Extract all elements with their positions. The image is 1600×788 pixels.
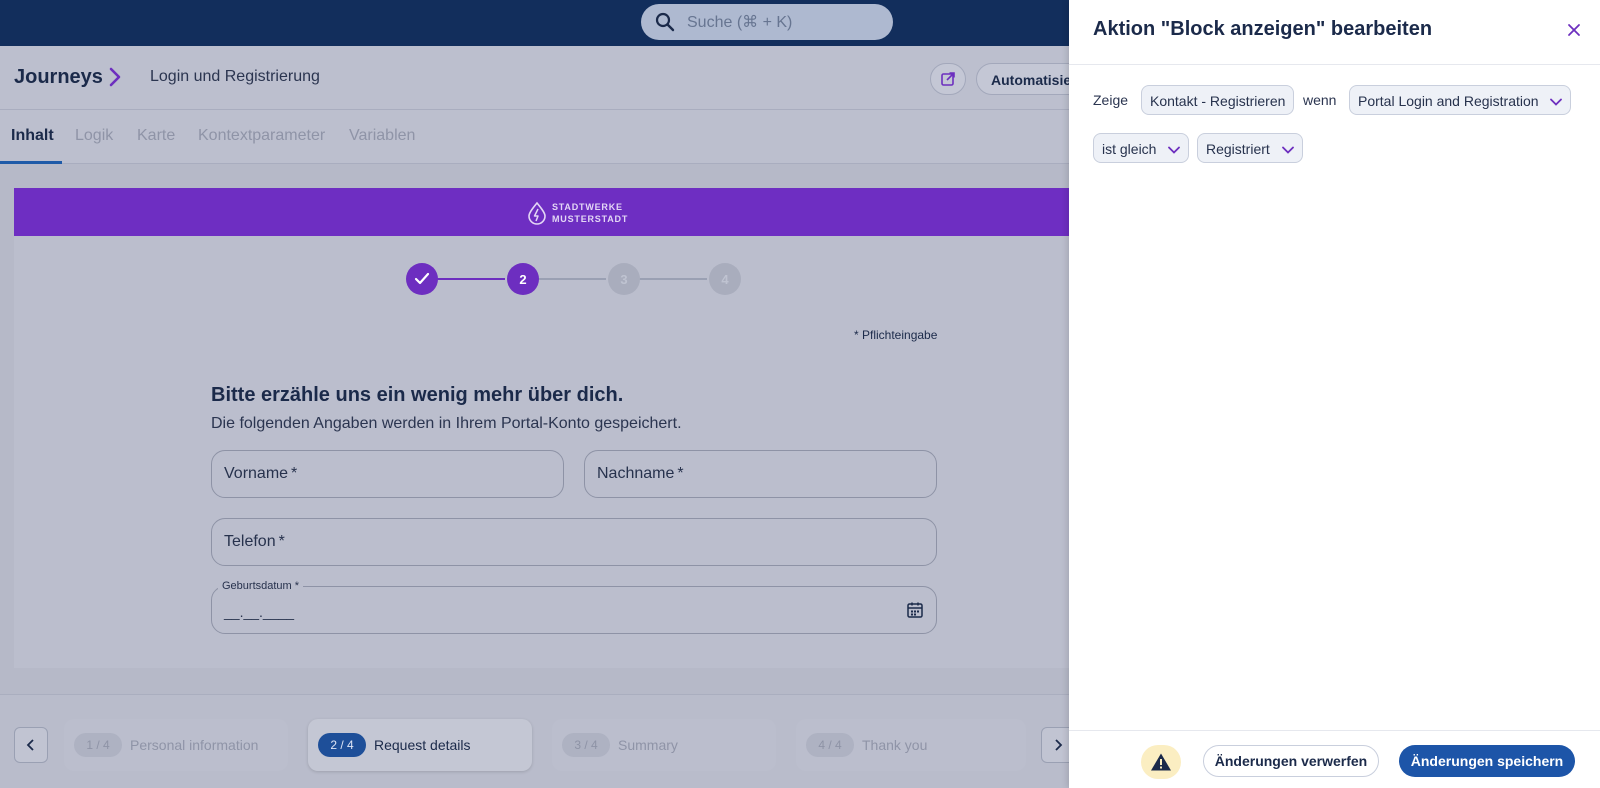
operator-select-value: ist gleich — [1102, 141, 1157, 157]
chevron-down-icon — [1168, 146, 1181, 155]
required-marker: * — [677, 465, 684, 482]
warning-icon — [1151, 753, 1171, 771]
discard-changes-button[interactable]: Änderungen verwerfen — [1203, 745, 1379, 777]
phone-label: Telefon — [224, 533, 276, 550]
chevron-right-icon — [1055, 739, 1063, 751]
calendar-icon[interactable] — [906, 601, 924, 619]
open-external-button[interactable] — [930, 63, 966, 95]
previous-step-button[interactable] — [14, 727, 48, 763]
step-badge: 4 / 4 — [806, 733, 854, 757]
edit-action-drawer: Aktion "Block anzeigen" bearbeiten Zeige… — [1069, 0, 1600, 788]
step-badge: 3 / 4 — [562, 733, 610, 757]
content-area: STADTWERKE MUSTERSTADT 2 3 4 * Pflichtei… — [0, 164, 1070, 694]
page-header: Journeys Login und Registrierung Automat… — [0, 46, 1086, 110]
step-card-4[interactable]: 4 / 4 Thank you — [796, 719, 1026, 771]
step-label: Personal information — [130, 737, 259, 753]
first-name-field[interactable]: Vorname * — [211, 450, 564, 498]
value-select-value: Registriert — [1206, 141, 1270, 157]
step-label: Summary — [618, 737, 678, 753]
tab-karte[interactable]: Karte — [137, 127, 175, 145]
required-marker: * — [294, 580, 300, 592]
step-1-completed — [406, 263, 438, 295]
form-subtitle: Die folgenden Angaben werden in Ihrem Po… — [211, 415, 682, 432]
phone-field[interactable]: Telefon * — [211, 518, 937, 566]
search-icon — [655, 12, 675, 32]
source-select[interactable]: Portal Login and Registration — [1349, 85, 1572, 115]
stepper-connector — [639, 278, 707, 280]
step-badge: 1 / 4 — [74, 733, 122, 757]
source-select-value: Portal Login and Registration — [1358, 93, 1539, 109]
external-link-icon — [941, 72, 955, 86]
step-3-upcoming: 3 — [608, 263, 640, 295]
stadtwerke-logo-icon — [528, 201, 546, 225]
journey-preview: STADTWERKE MUSTERSTADT 2 3 4 * Pflichtei… — [14, 188, 1070, 668]
step-2-current: 2 — [507, 263, 539, 295]
chevron-right-icon — [109, 67, 121, 87]
step-card-2[interactable]: 2 / 4 Request details — [308, 719, 532, 771]
brand-line-1: STADTWERKE — [552, 202, 623, 212]
birthdate-mask: __.__.____ — [224, 604, 295, 620]
required-marker: * — [278, 533, 285, 550]
checkmark-icon — [414, 272, 430, 285]
step-label: Request details — [374, 737, 471, 753]
show-label: Zeige — [1093, 92, 1129, 108]
when-label: wenn — [1303, 92, 1337, 108]
last-name-label: Nachname — [597, 465, 675, 482]
last-name-field[interactable]: Nachname * — [584, 450, 937, 498]
brand-name: STADTWERKE MUSTERSTADT — [552, 201, 628, 225]
stepper-connector — [538, 278, 606, 280]
birthdate-label-text: Geburtsdatum — [222, 580, 292, 592]
warning-indicator[interactable] — [1141, 745, 1181, 779]
tab-kontextparameter[interactable]: Kontextparameter — [198, 127, 325, 145]
operator-select[interactable]: ist gleich — [1093, 133, 1190, 163]
breadcrumb-current-page: Login und Registrierung — [150, 68, 320, 85]
tab-inhalt[interactable]: Inhalt — [11, 127, 54, 145]
step-card-3[interactable]: 3 / 4 Summary — [552, 719, 776, 771]
step-label: Thank you — [862, 737, 928, 753]
brand-header: STADTWERKE MUSTERSTADT — [14, 188, 1070, 236]
stepper-connector — [437, 278, 505, 280]
drawer-divider — [1069, 64, 1600, 65]
search-input[interactable]: Suche (⌘ + K) — [641, 4, 893, 40]
step-badge: 2 / 4 — [318, 733, 366, 757]
tab-variablen[interactable]: Variablen — [349, 127, 415, 145]
form-title: Bitte erzähle uns ein wenig mehr über di… — [211, 384, 624, 406]
value-select[interactable]: Registriert — [1197, 133, 1303, 163]
close-icon[interactable] — [1566, 22, 1582, 38]
step-navigation: 1 / 4 Personal information 2 / 4 Request… — [0, 694, 1075, 788]
save-changes-button[interactable]: Änderungen speichern — [1399, 745, 1575, 777]
content-tabs: Inhalt Logik Karte Kontextparameter Vari… — [0, 110, 1070, 164]
birthdate-field[interactable]: __.__.____ — [211, 586, 937, 634]
search-placeholder: Suche (⌘ + K) — [687, 14, 793, 31]
step-card-1[interactable]: 1 / 4 Personal information — [64, 719, 288, 771]
required-note: * Pflichteingabe — [854, 328, 938, 342]
tab-logik[interactable]: Logik — [75, 127, 113, 145]
block-chip: Kontakt - Registrieren — [1141, 85, 1295, 115]
drawer-title: Aktion "Block anzeigen" bearbeiten — [1093, 18, 1433, 40]
step-4-upcoming: 4 — [709, 263, 741, 295]
drawer-footer: Änderungen verwerfen Änderungen speicher… — [1069, 730, 1600, 788]
breadcrumb-journeys[interactable]: Journeys — [14, 66, 103, 89]
first-name-label: Vorname — [224, 465, 289, 482]
chevron-down-icon — [1281, 146, 1294, 155]
birthdate-label: Geburtsdatum * — [218, 580, 304, 592]
brand-line-2: MUSTERSTADT — [552, 214, 629, 224]
required-marker: * — [291, 465, 298, 482]
chevron-down-icon — [1550, 98, 1563, 107]
chevron-left-icon — [26, 739, 34, 751]
